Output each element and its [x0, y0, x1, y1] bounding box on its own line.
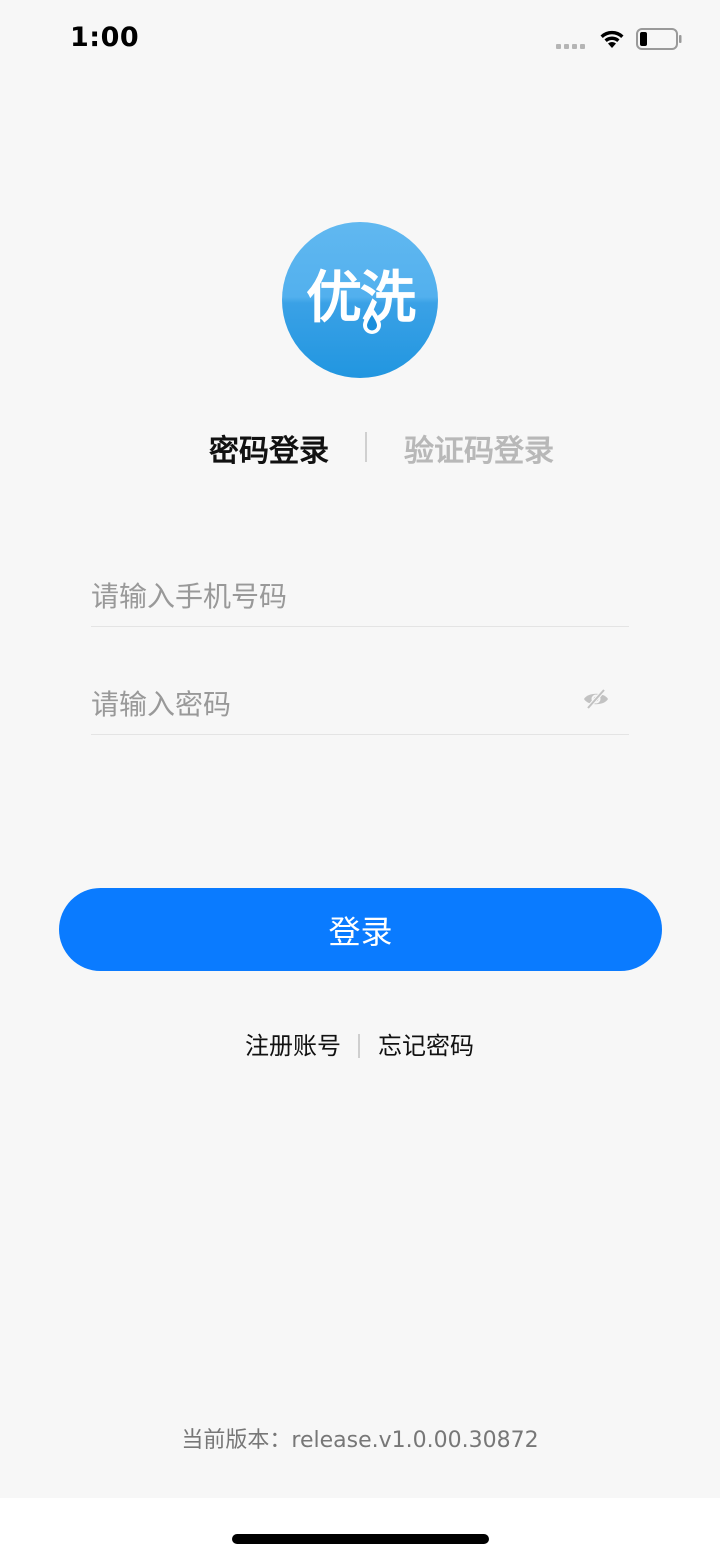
tab-password-login[interactable]: 密码登录 [209, 432, 329, 472]
forgot-password-link[interactable]: 忘记密码 [378, 1030, 474, 1062]
link-divider [358, 1034, 360, 1058]
phone-input[interactable] [91, 566, 629, 627]
login-button[interactable]: 登录 [59, 888, 662, 971]
status-time: 1:00 [70, 22, 140, 53]
wifi-icon [600, 30, 624, 48]
battery-icon [636, 28, 682, 50]
register-link[interactable]: 注册账号 [245, 1030, 341, 1062]
eye-off-icon[interactable] [582, 687, 610, 711]
login-screen: 1:00 优洗 密码登录 验证码登录 登录 注册账号 忘记密码 当前版本：rel… [0, 0, 720, 1498]
version-text: 当前版本：release.v1.0.00.30872 [181, 1428, 539, 1453]
app-logo: 优洗 [282, 222, 438, 378]
home-indicator [232, 1534, 489, 1544]
password-input[interactable] [91, 674, 629, 735]
water-drop-icon [363, 307, 381, 334]
signal-icon [556, 44, 588, 50]
tab-sms-login[interactable]: 验证码登录 [404, 432, 554, 472]
tab-divider [365, 432, 367, 462]
